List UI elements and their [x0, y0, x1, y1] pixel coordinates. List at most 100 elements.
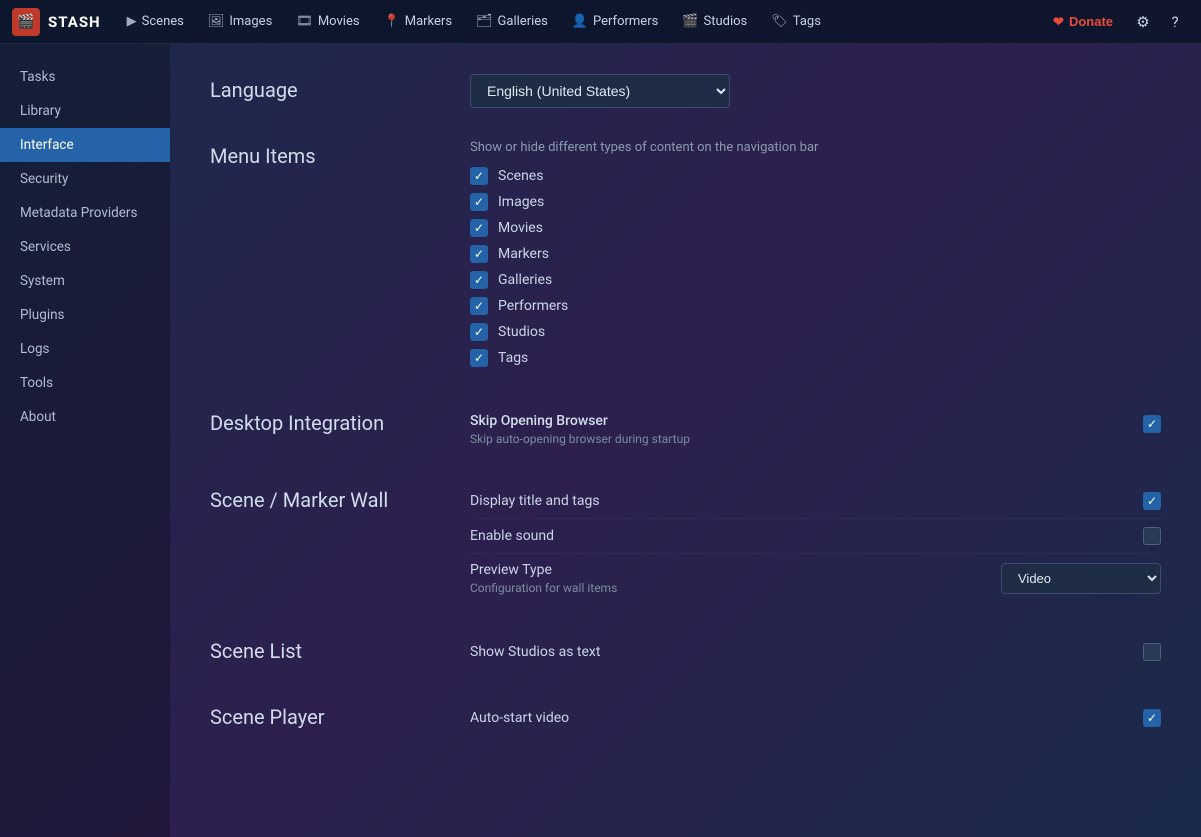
sidebar-item-plugins[interactable]: Plugins [0, 298, 170, 332]
sidebar-item-system[interactable]: System [0, 264, 170, 298]
scene-player-body: Auto-start video ✓ [450, 701, 1161, 735]
preview-type-row: Preview Type Configuration for wall item… [470, 554, 1161, 603]
sidebar: Tasks Library Interface Security Metadat… [0, 44, 170, 837]
sidebar-item-logs[interactable]: Logs [0, 332, 170, 366]
menu-item-row-movies: ✓ Movies [470, 219, 1161, 237]
desktop-integration-section: Desktop Integration Skip Opening Browser… [210, 407, 1161, 452]
nav-item-markers[interactable]: 📍 Markers [374, 0, 462, 44]
auto-start-video-label: Auto-start video [470, 710, 569, 726]
menu-item-checkbox-tags[interactable]: ✓ [470, 349, 488, 367]
menu-item-row-markers: ✓ Markers [470, 245, 1161, 263]
menu-item-checkbox-images[interactable]: ✓ [470, 193, 488, 211]
help-icon[interactable]: ? [1161, 8, 1189, 36]
language-select[interactable]: English (United States) French German Sp… [470, 74, 730, 108]
enable-sound-row: Enable sound [470, 519, 1161, 554]
scene-list-body: Show Studios as text [450, 635, 1161, 669]
language-section-title: Language [210, 74, 450, 102]
menu-item-label-movies: Movies [498, 220, 543, 236]
skip-browser-label: Skip Opening Browser [470, 413, 690, 429]
donate-button[interactable]: ❤ Donate [1041, 7, 1125, 37]
menu-item-row-studios: ✓ Studios [470, 323, 1161, 341]
movies-icon: 🎞 [296, 14, 313, 29]
scene-player-title: Scene Player [210, 701, 450, 729]
show-studios-label: Show Studios as text [470, 644, 600, 660]
nav-item-movies[interactable]: 🎞 Movies [286, 0, 369, 44]
menu-item-label-tags: Tags [498, 350, 528, 366]
auto-start-video-row: Auto-start video ✓ [470, 701, 1161, 735]
sidebar-item-tools[interactable]: Tools [0, 366, 170, 400]
nav-item-studios[interactable]: 🎬 Studios [672, 0, 757, 44]
skip-browser-checkbox[interactable]: ✓ [1143, 415, 1161, 433]
nav-item-scenes[interactable]: ▶ Scenes [117, 0, 194, 44]
settings-icon[interactable]: ⚙ [1129, 8, 1157, 36]
sidebar-item-security[interactable]: Security [0, 162, 170, 196]
menu-item-label-studios: Studios [498, 324, 545, 340]
top-navigation: 🎬 STASH ▶ Scenes 🖼 Images 🎞 Movies 📍 Mar… [0, 0, 1201, 44]
sidebar-item-metadata-providers[interactable]: Metadata Providers [0, 196, 170, 230]
menu-item-row-performers: ✓ Performers [470, 297, 1161, 315]
brand[interactable]: 🎬 STASH [12, 8, 101, 36]
menu-item-label-galleries: Galleries [498, 272, 552, 288]
sidebar-item-interface[interactable]: Interface [0, 128, 170, 162]
sidebar-item-about[interactable]: About [0, 400, 170, 434]
preview-type-description: Configuration for wall items [470, 581, 617, 595]
skip-browser-desc: Skip auto-opening browser during startup [470, 432, 690, 446]
nav-item-images[interactable]: 🖼 Images [198, 0, 282, 44]
markers-icon: 📍 [384, 14, 400, 29]
menu-item-checkbox-scenes[interactable]: ✓ [470, 167, 488, 185]
menu-item-checkbox-markers[interactable]: ✓ [470, 245, 488, 263]
scene-marker-wall-body: Display title and tags ✓ Enable sound Pr… [450, 484, 1161, 603]
menu-items-section-title: Menu Items [210, 140, 450, 168]
heart-icon: ❤ [1053, 14, 1064, 30]
menu-item-row-galleries: ✓ Galleries [470, 271, 1161, 289]
scene-list-section: Scene List Show Studios as text [210, 635, 1161, 669]
content-wrap: Tasks Library Interface Security Metadat… [0, 44, 1201, 837]
menu-items-description: Show or hide different types of content … [470, 140, 1161, 155]
scene-list-title: Scene List [210, 635, 450, 663]
display-title-tags-label: Display title and tags [470, 493, 600, 509]
menu-item-checkbox-movies[interactable]: ✓ [470, 219, 488, 237]
skip-opening-browser-row: Skip Opening Browser Skip auto-opening b… [470, 407, 1161, 452]
show-studios-as-text-row: Show Studios as text [470, 635, 1161, 669]
sidebar-item-tasks[interactable]: Tasks [0, 60, 170, 94]
display-title-tags-checkbox[interactable]: ✓ [1143, 492, 1161, 510]
menu-item-label-scenes: Scenes [498, 168, 543, 184]
menu-item-checkbox-studios[interactable]: ✓ [470, 323, 488, 341]
preview-type-label: Preview Type [470, 562, 617, 578]
performers-icon: 👤 [572, 14, 588, 29]
display-title-tags-row: Display title and tags ✓ [470, 484, 1161, 519]
desktop-integration-title: Desktop Integration [210, 407, 450, 435]
menu-items-section-body: Show or hide different types of content … [450, 140, 1161, 375]
menu-items-section: Menu Items Show or hide different types … [210, 140, 1161, 375]
language-section: Language English (United States) French … [210, 74, 1161, 108]
images-icon: 🖼 [208, 14, 225, 29]
brand-icon: 🎬 [12, 8, 40, 36]
nav-item-tags[interactable]: 🏷 Tags [761, 0, 831, 44]
auto-start-video-checkbox[interactable]: ✓ [1143, 709, 1161, 727]
preview-type-select[interactable]: Video Image Animation [1001, 563, 1161, 594]
menu-item-label-performers: Performers [498, 298, 568, 314]
menu-item-row-images: ✓ Images [470, 193, 1161, 211]
galleries-icon: 🗂 [476, 14, 493, 29]
menu-item-row-scenes: ✓ Scenes [470, 167, 1161, 185]
enable-sound-label: Enable sound [470, 528, 554, 544]
menu-item-checkbox-galleries[interactable]: ✓ [470, 271, 488, 289]
nav-item-performers[interactable]: 👤 Performers [562, 0, 668, 44]
scene-marker-wall-title: Scene / Marker Wall [210, 484, 450, 512]
studios-icon: 🎬 [682, 14, 698, 29]
enable-sound-checkbox[interactable] [1143, 527, 1161, 545]
sidebar-item-library[interactable]: Library [0, 94, 170, 128]
main-content: Language English (United States) French … [170, 44, 1201, 837]
sidebar-item-services[interactable]: Services [0, 230, 170, 264]
menu-item-checkbox-performers[interactable]: ✓ [470, 297, 488, 315]
show-studios-checkbox[interactable] [1143, 643, 1161, 661]
scenes-icon: ▶ [127, 14, 137, 29]
language-section-body: English (United States) French German Sp… [450, 74, 1161, 108]
menu-item-label-markers: Markers [498, 246, 549, 262]
menu-item-label-images: Images [498, 194, 544, 210]
scene-player-section: Scene Player Auto-start video ✓ [210, 701, 1161, 735]
nav-item-galleries[interactable]: 🗂 Galleries [466, 0, 558, 44]
menu-item-row-tags: ✓ Tags [470, 349, 1161, 367]
desktop-integration-body: Skip Opening Browser Skip auto-opening b… [450, 407, 1161, 452]
brand-name: STASH [48, 13, 101, 31]
